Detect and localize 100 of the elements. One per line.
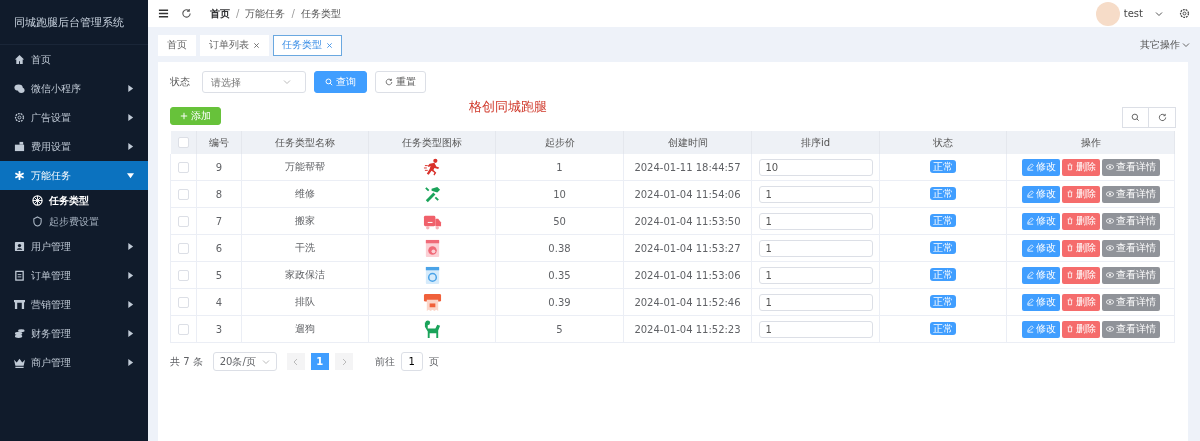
sidebar-label: 起步费设置 (49, 214, 99, 229)
breadcrumb-item[interactable]: 任务类型 (300, 6, 341, 21)
user-menu[interactable]: test (1123, 8, 1143, 19)
breadcrumb-item[interactable]: 首页 (210, 6, 230, 21)
sidebar-subitem[interactable]: 任务类型 (0, 190, 148, 211)
sidebar-item[interactable]: 首页 (0, 45, 148, 74)
sidebar-item[interactable]: 费用设置 (0, 132, 148, 161)
refresh-icon (1157, 112, 1167, 122)
search-toggle-button[interactable] (1122, 106, 1149, 128)
row-checkbox[interactable] (178, 215, 189, 227)
refresh-button[interactable] (1149, 106, 1176, 128)
sidebar-item[interactable]: 订单管理 (0, 261, 148, 290)
id-card-icon (14, 241, 25, 252)
pencil-icon (1025, 217, 1034, 225)
trash-icon (1065, 190, 1074, 198)
select-all-checkbox[interactable] (177, 137, 189, 149)
status-tag: 正常 (930, 295, 956, 308)
row-checkbox[interactable] (178, 269, 189, 281)
status-label: 状态 (170, 75, 190, 89)
sidebar-label: 商户管理 (31, 355, 72, 370)
gear-icon (14, 112, 25, 123)
table-cell: 干洗 (295, 242, 315, 253)
table-cell: 0.35 (548, 269, 571, 281)
refresh-icon (385, 78, 393, 86)
sidebar-subitem[interactable]: 起步费设置 (0, 211, 148, 232)
menu-icon[interactable] (158, 8, 169, 19)
sidebar-label: 用户管理 (31, 239, 72, 254)
chevron-down-icon (261, 357, 270, 366)
trash-icon (1065, 217, 1074, 225)
caret-right-icon (127, 359, 134, 366)
column-header: 起步价 (544, 136, 575, 148)
sidebar-item[interactable]: 微信小程序 (0, 74, 148, 103)
row-checkbox[interactable] (178, 323, 189, 335)
column-header: 排序id (800, 136, 831, 148)
previous-page-button[interactable] (286, 353, 305, 370)
plus-icon (180, 112, 188, 120)
shield-icon (32, 216, 43, 227)
table-cell: 3 (215, 323, 223, 335)
pencil-icon (1025, 298, 1034, 306)
sort-input[interactable]: 1 (758, 320, 873, 338)
status-select-input[interactable]: 请选择 (209, 75, 283, 89)
chevron-down-icon[interactable] (1155, 9, 1163, 18)
asterisk-icon (14, 170, 25, 181)
table-cell: 家政保洁 (285, 269, 325, 280)
sort-input[interactable]: 1 (758, 239, 873, 257)
caret-down-icon (127, 172, 134, 179)
tab[interactable]: 订单列表 (200, 34, 269, 56)
home-icon (14, 54, 25, 65)
sort-input[interactable]: 1 (758, 212, 873, 230)
row-checkbox[interactable] (178, 242, 189, 254)
table-cell: 50 (553, 215, 566, 227)
table-cell: 4 (215, 296, 223, 308)
refresh-icon[interactable] (181, 8, 192, 19)
sidebar-item[interactable]: 万能任务 (0, 161, 148, 190)
sidebar-item[interactable]: 营销管理 (0, 290, 148, 319)
next-page-button[interactable] (334, 353, 353, 370)
dog-icon (422, 319, 442, 339)
chevron-down-icon[interactable] (1182, 41, 1190, 49)
sort-input[interactable]: 10 (758, 158, 873, 176)
status-select[interactable]: 请选择 (202, 71, 306, 93)
pencil-icon (1025, 325, 1034, 333)
search-icon (325, 78, 333, 86)
trash-icon (1065, 244, 1074, 252)
sort-input[interactable]: 1 (758, 293, 873, 311)
sidebar-item[interactable]: 广告设置 (0, 103, 148, 132)
caret-right-icon (127, 301, 134, 308)
sidebar-item[interactable]: 商户管理 (0, 348, 148, 377)
sidebar-label: 任务类型 (49, 193, 89, 208)
sidebar-item[interactable]: 用户管理 (0, 232, 148, 261)
avatar[interactable] (1095, 1, 1120, 26)
sort-input[interactable]: 1 (758, 185, 873, 203)
other-actions-menu[interactable]: 其它操作 (1140, 38, 1180, 52)
sort-input[interactable]: 1 (758, 266, 873, 284)
table-cell: 6 (215, 242, 223, 254)
sidebar-item[interactable]: 财务管理 (0, 319, 148, 348)
row-checkbox[interactable] (178, 296, 189, 308)
reset-button[interactable]: 重置 (375, 71, 426, 93)
caret-right-icon (127, 143, 134, 150)
trash-icon (1065, 163, 1074, 171)
pencil-icon (1025, 244, 1034, 252)
trash-icon (1065, 298, 1074, 306)
tab[interactable]: 首页 (158, 34, 196, 56)
table-cell: 2024-01-04 11:53:50 (634, 215, 741, 227)
page-size-select[interactable]: 20条/页 (212, 352, 277, 371)
wheel-icon (32, 195, 43, 206)
coins-icon (14, 328, 25, 339)
breadcrumb-item[interactable]: 万能任务 (245, 6, 286, 21)
breadcrumb-separator: / (291, 8, 295, 19)
status-tag: 正常 (930, 187, 956, 200)
row-checkbox[interactable] (178, 161, 189, 173)
goto-page-input[interactable]: 1 (400, 352, 423, 371)
settings-icon[interactable] (1179, 8, 1190, 19)
close-icon[interactable] (326, 41, 333, 49)
table-cell: 7 (215, 215, 223, 227)
sidebar-label: 微信小程序 (31, 81, 82, 96)
row-checkbox[interactable] (178, 188, 189, 200)
close-icon[interactable] (253, 41, 260, 49)
tab[interactable]: 任务类型 (273, 34, 342, 56)
banner-text: 格创同城跑腿 (469, 98, 547, 116)
table-cell: 5 (556, 323, 563, 335)
